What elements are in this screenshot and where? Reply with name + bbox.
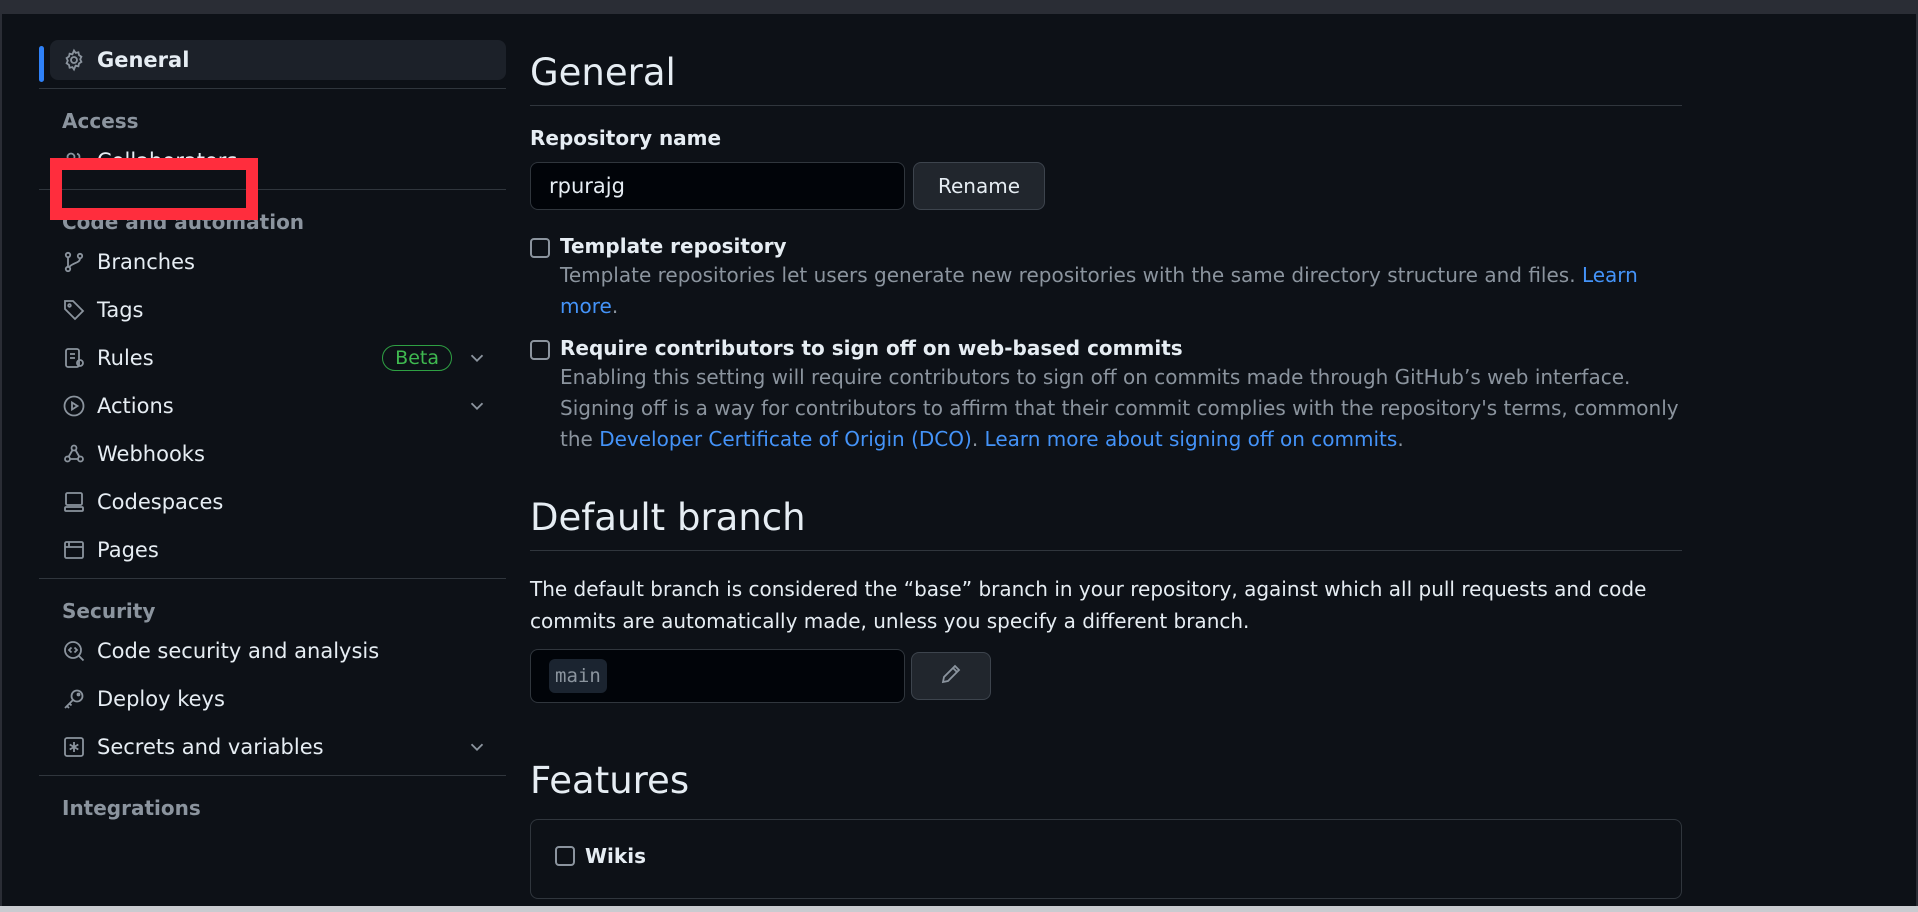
people-icon: [61, 148, 87, 174]
sidebar-item-label: Collaborators: [97, 149, 238, 173]
signoff-checkbox[interactable]: [530, 340, 550, 360]
sidebar-item-code-security[interactable]: Code security and analysis: [39, 631, 506, 671]
play-icon: [61, 393, 87, 419]
sidebar-item-label: Secrets and variables: [97, 735, 324, 759]
rules-icon: [61, 345, 87, 371]
edit-branch-button[interactable]: [911, 652, 991, 700]
sidebar-item-label: Code security and analysis: [97, 639, 380, 663]
sidebar-item-label: Webhooks: [97, 442, 205, 466]
key-icon: [61, 686, 87, 712]
signoff-desc: Enabling this setting will require contr…: [560, 362, 1682, 455]
signoff-desc-end: .: [1397, 427, 1404, 451]
sidebar-item-label: Rules: [97, 346, 154, 370]
sidebar-item-label: Actions: [97, 394, 174, 418]
wikis-label: Wikis: [585, 844, 646, 868]
sidebar-item-label: Deploy keys: [97, 687, 225, 711]
git-branch-icon: [61, 249, 87, 275]
window-border-bottom: [0, 906, 1918, 912]
asterisk-icon: [61, 734, 87, 760]
settings-sidebar: General Access Collaborators Code and au…: [39, 40, 506, 828]
settings-main: General Repository name Rename Template …: [530, 40, 1682, 899]
sidebar-item-label: General: [97, 48, 190, 72]
default-branch-desc: The default branch is considered the “ba…: [530, 577, 1647, 633]
signoff-title: Require contributors to sign off on web-…: [560, 336, 1183, 360]
sidebar-group-title: Access: [62, 109, 139, 133]
template-repository-checkbox[interactable]: [530, 238, 550, 258]
repo-name-label: Repository name: [530, 126, 722, 150]
branch-name: main: [549, 659, 607, 693]
sidebar-item-deploy-keys[interactable]: Deploy keys: [39, 679, 506, 719]
sidebar-item-webhooks[interactable]: Webhooks: [39, 434, 506, 474]
codescan-icon: [61, 638, 87, 664]
window-border-left: [0, 14, 2, 912]
sidebar-group-title: Code and automation: [62, 210, 305, 234]
sidebar-item-secrets[interactable]: Secrets and variables: [39, 727, 506, 767]
sidebar-item-actions[interactable]: Actions: [39, 386, 506, 426]
template-desc-text: Template repositories let users generate…: [560, 263, 1582, 287]
webhook-icon: [61, 441, 87, 467]
template-repository-option: Template repository Template repositorie…: [530, 234, 1682, 322]
signoff-desc-mid: .: [971, 427, 985, 451]
codespaces-icon: [61, 489, 87, 515]
window-top-bar: [0, 0, 1918, 14]
template-repository-desc: Template repositories let users generate…: [560, 260, 1682, 322]
chevron-down-icon[interactable]: [466, 347, 488, 369]
sidebar-item-label: Pages: [97, 538, 159, 562]
template-desc-end: .: [611, 294, 619, 318]
beta-badge: Beta: [382, 345, 452, 371]
sidebar-item-label: Codespaces: [97, 490, 224, 514]
template-repository-title: Template repository: [560, 234, 787, 258]
sidebar-item-label: Branches: [97, 250, 195, 274]
active-indicator: [39, 46, 44, 82]
rename-button[interactable]: Rename: [913, 162, 1046, 210]
chevron-down-icon[interactable]: [466, 395, 488, 417]
sidebar-item-codespaces[interactable]: Codespaces: [39, 482, 506, 522]
sidebar-item-collaborators[interactable]: Collaborators: [39, 141, 506, 181]
sidebar-group-title: Integrations: [62, 796, 201, 820]
pencil-icon: [939, 662, 963, 690]
default-branch-field: main: [530, 649, 905, 703]
browser-icon: [61, 537, 87, 563]
features-title: Features: [530, 758, 690, 802]
gear-icon: [61, 47, 87, 73]
chevron-down-icon[interactable]: [466, 736, 488, 758]
signoff-option: Require contributors to sign off on web-…: [530, 336, 1682, 455]
sidebar-item-pages[interactable]: Pages: [39, 530, 506, 570]
repo-name-input[interactable]: [530, 162, 905, 210]
features-panel: Wikis: [530, 819, 1682, 899]
wikis-checkbox[interactable]: [555, 846, 575, 866]
default-branch-title: Default branch: [530, 485, 1682, 551]
sidebar-item-tags[interactable]: Tags: [39, 290, 506, 330]
sidebar-item-rules[interactable]: Rules Beta: [39, 338, 506, 378]
tag-icon: [61, 297, 87, 323]
sidebar-item-general[interactable]: General: [39, 40, 506, 82]
page-title: General: [530, 40, 1682, 106]
sidebar-item-label: Tags: [97, 298, 144, 322]
sidebar-item-branches[interactable]: Branches: [39, 242, 506, 282]
dco-link[interactable]: Developer Certificate of Origin (DCO): [599, 427, 972, 451]
sidebar-group-title: Security: [62, 599, 156, 623]
signoff-learn-more-link[interactable]: Learn more about signing off on commits: [985, 427, 1398, 451]
